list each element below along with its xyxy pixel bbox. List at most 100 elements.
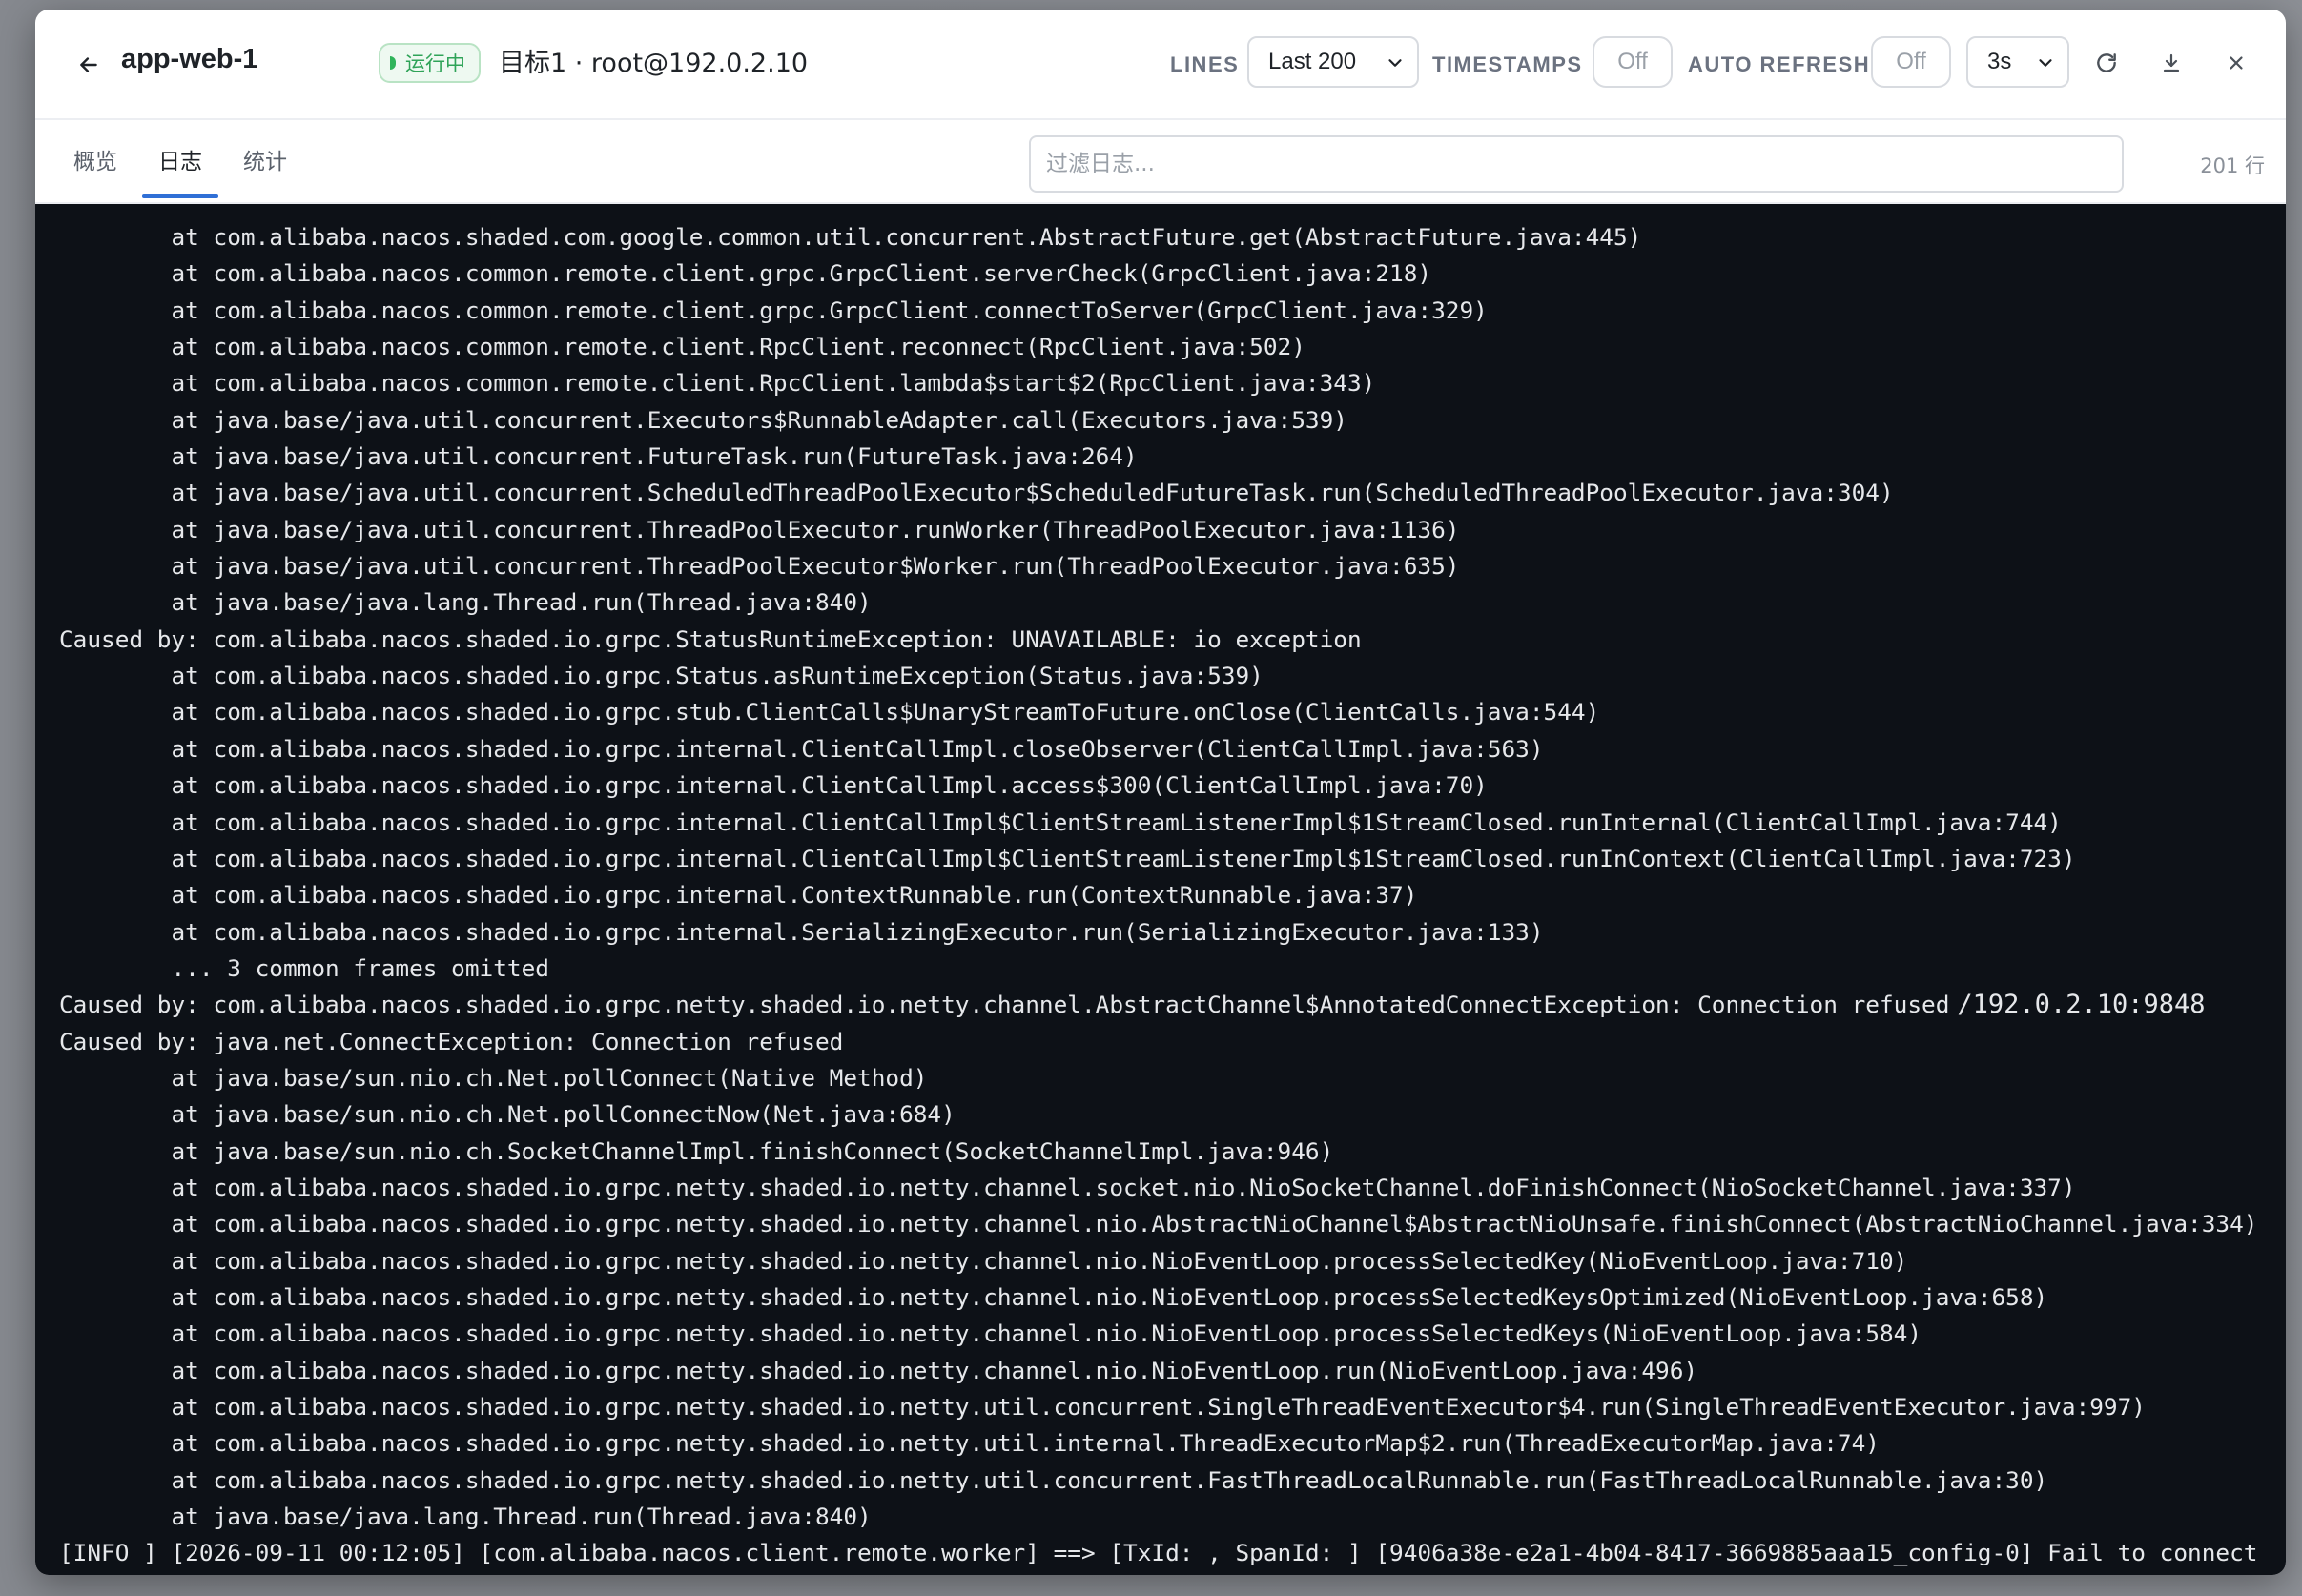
log-line-text: at com.alibaba.nacos.shaded.io.grpc.nett… <box>59 1320 1922 1348</box>
log-line: at java.base/sun.nio.ch.SocketChannelImp… <box>35 1134 2286 1170</box>
log-line-text: at java.base/java.util.concurrent.Future… <box>59 442 1138 471</box>
back-button[interactable] <box>72 48 106 82</box>
log-line-text: at java.base/java.lang.Thread.run(Thread… <box>59 588 872 617</box>
log-line: at com.alibaba.nacos.shaded.io.grpc.inte… <box>35 805 2286 841</box>
log-line: at com.alibaba.nacos.shaded.io.grpc.nett… <box>35 1170 2286 1206</box>
log-line-text: at com.alibaba.nacos.shaded.io.grpc.inte… <box>59 844 2076 872</box>
refresh-button[interactable] <box>2087 44 2126 82</box>
log-line-text: Caused by: com.alibaba.nacos.shaded.io.g… <box>59 624 1362 653</box>
log-line-text: at java.base/java.util.concurrent.Schedu… <box>59 479 1894 507</box>
log-line-text: at com.alibaba.nacos.common.remote.clien… <box>59 296 1488 324</box>
tab-overview[interactable]: 概览 <box>73 143 117 175</box>
log-line: at com.alibaba.nacos.common.remote.clien… <box>35 256 2286 292</box>
log-line-text: at com.alibaba.nacos.shaded.io.grpc.inte… <box>59 917 1544 946</box>
log-line: at com.alibaba.nacos.shaded.io.grpc.nett… <box>35 1279 2286 1316</box>
log-line: at com.alibaba.nacos.shaded.io.grpc.nett… <box>35 1206 2286 1242</box>
log-line-text: ... 3 common frames omitted <box>59 953 549 982</box>
log-line: at java.base/java.util.concurrent.Execut… <box>35 402 2286 439</box>
auto-refresh-toggle[interactable]: Off <box>1871 36 1951 88</box>
dialog-header: app-web-1 运行中 目标1 · root@192.0.2.10 LINE… <box>35 10 2286 120</box>
log-line: ... 3 common frames omitted <box>35 951 2286 987</box>
tab-stats[interactable]: 统计 <box>243 143 287 175</box>
log-line-text: at java.base/java.lang.Thread.run(Thread… <box>59 1503 872 1531</box>
log-line: at com.alibaba.nacos.shaded.io.grpc.inte… <box>35 914 2286 951</box>
log-line: at java.base/java.lang.Thread.run(Thread… <box>35 1499 2286 1535</box>
log-line-text: at com.alibaba.nacos.shaded.io.grpc.stub… <box>59 698 1600 726</box>
status-text: 运行中 <box>405 52 465 75</box>
log-line-text: at java.base/sun.nio.ch.Net.pollConnect(… <box>59 1063 928 1092</box>
active-tab-indicator <box>142 194 218 198</box>
log-line-suffix: /192.0.2.10:9848 <box>1957 990 2206 1020</box>
log-line: at com.alibaba.nacos.common.remote.clien… <box>35 365 2286 401</box>
log-line: at com.alibaba.nacos.shaded.io.grpc.nett… <box>35 1425 2286 1462</box>
status-dot <box>390 56 396 70</box>
lines-label: LINES <box>1170 52 1240 76</box>
log-line: at java.base/java.util.concurrent.Thread… <box>35 512 2286 548</box>
target-info: 目标1 · root@192.0.2.10 <box>499 49 809 78</box>
log-line-text: at com.alibaba.nacos.shaded.io.grpc.nett… <box>59 1393 2146 1421</box>
log-line: at com.alibaba.nacos.shaded.io.grpc.stub… <box>35 694 2286 730</box>
refresh-interval-select[interactable]: 3s <box>1966 36 2069 88</box>
log-line: at java.base/sun.nio.ch.Net.pollConnect(… <box>35 1060 2286 1096</box>
lines-select-value: Last 200 <box>1268 49 1357 74</box>
log-line-text: at com.alibaba.nacos.common.remote.clien… <box>59 369 1376 398</box>
download-button[interactable] <box>2152 44 2190 82</box>
log-line-text: at java.base/sun.nio.ch.SocketChannelImp… <box>59 1136 1334 1165</box>
download-icon <box>2163 53 2180 72</box>
close-icon <box>2230 56 2243 70</box>
log-line: at com.alibaba.nacos.shaded.io.grpc.inte… <box>35 841 2286 877</box>
log-line: Caused by: com.alibaba.nacos.shaded.io.g… <box>35 987 2286 1023</box>
status-badge: 运行中 <box>379 43 481 83</box>
app-name: app-web-1 <box>121 44 258 74</box>
log-line: at java.base/java.util.concurrent.Schedu… <box>35 475 2286 511</box>
log-line-text: at com.alibaba.nacos.shaded.com.google.c… <box>59 223 1642 251</box>
log-line-text: at com.alibaba.nacos.shaded.io.grpc.nett… <box>59 1282 2048 1311</box>
tab-bar: 概览 日志 统计 201 行 <box>35 120 2286 204</box>
log-line-text: at com.alibaba.nacos.common.remote.clien… <box>59 259 1432 288</box>
log-line-text: at com.alibaba.nacos.shaded.io.grpc.inte… <box>59 734 1544 763</box>
log-line: [INFO ] [2026-09-11 00:12:05] [com.aliba… <box>35 1535 2286 1571</box>
log-line: at com.alibaba.nacos.common.remote.clien… <box>35 293 2286 329</box>
tab-logs[interactable]: 日志 <box>158 143 202 175</box>
lines-select[interactable]: Last 200 <box>1247 36 1419 88</box>
timestamps-toggle[interactable]: Off <box>1593 36 1673 88</box>
log-line-text: at com.alibaba.nacos.shaded.io.grpc.inte… <box>59 808 2062 836</box>
log-line-text: at com.alibaba.nacos.shaded.io.grpc.nett… <box>59 1173 2076 1201</box>
log-line: at com.alibaba.nacos.shaded.io.grpc.Stat… <box>35 658 2286 694</box>
log-line: at java.base/sun.nio.ch.Net.pollConnectN… <box>35 1096 2286 1133</box>
log-line: at java.base/java.util.concurrent.Future… <box>35 439 2286 475</box>
chevron-down-icon <box>1388 59 1402 67</box>
chevron-down-icon <box>2039 59 2052 67</box>
log-line: at com.alibaba.nacos.shaded.io.grpc.nett… <box>35 1316 2286 1352</box>
log-line: Caused by: com.alibaba.nacos.shaded.io.g… <box>35 622 2286 658</box>
log-line: at com.alibaba.nacos.shaded.io.grpc.inte… <box>35 767 2286 804</box>
line-count: 201 行 <box>2200 154 2265 177</box>
log-line-text: [INFO ] [2026-09-11 00:12:05] [com.aliba… <box>59 1539 2258 1567</box>
log-line-text: at com.alibaba.nacos.shaded.io.grpc.inte… <box>59 881 1418 910</box>
log-line: Caused by: java.net.ConnectException: Co… <box>35 1024 2286 1060</box>
log-line-text: at com.alibaba.nacos.shaded.io.grpc.nett… <box>59 1465 2048 1494</box>
log-line-text: at com.alibaba.nacos.common.remote.clien… <box>59 333 1305 361</box>
log-line: at com.alibaba.nacos.shaded.io.grpc.inte… <box>35 877 2286 913</box>
log-line-text: at com.alibaba.nacos.shaded.io.grpc.nett… <box>59 1210 2258 1238</box>
refresh-icon <box>2097 53 2116 72</box>
log-line-text: at com.alibaba.nacos.shaded.io.grpc.nett… <box>59 1356 1698 1384</box>
log-line: at com.alibaba.nacos.shaded.com.google.c… <box>35 219 2286 256</box>
log-line: at com.alibaba.nacos.common.remote.clien… <box>35 329 2286 365</box>
log-line-text: Caused by: java.net.ConnectException: Co… <box>59 1027 844 1055</box>
log-output[interactable]: at com.alibaba.nacos.shaded.com.google.c… <box>35 204 2286 1575</box>
log-line-text: at java.base/java.util.concurrent.Thread… <box>59 552 1460 581</box>
log-line: at java.base/java.util.concurrent.Thread… <box>35 548 2286 584</box>
refresh-interval-value: 3s <box>1987 49 2012 74</box>
log-viewer-dialog: app-web-1 运行中 目标1 · root@192.0.2.10 LINE… <box>35 10 2286 1575</box>
log-filter-input[interactable] <box>1029 135 2124 193</box>
timestamps-label: TIMESTAMPS <box>1432 52 1583 76</box>
log-line-text: at java.base/sun.nio.ch.Net.pollConnectN… <box>59 1100 956 1129</box>
log-line-text: at com.alibaba.nacos.shaded.io.grpc.Stat… <box>59 662 1264 690</box>
log-line: at com.alibaba.nacos.shaded.io.grpc.nett… <box>35 1389 2286 1425</box>
log-line: at com.alibaba.nacos.shaded.io.grpc.nett… <box>35 1243 2286 1279</box>
close-button[interactable] <box>2217 44 2255 82</box>
log-line-text: Caused by: com.alibaba.nacos.shaded.io.g… <box>59 991 1950 1019</box>
log-line-text: at com.alibaba.nacos.shaded.io.grpc.inte… <box>59 771 1488 800</box>
log-line-text: at java.base/java.util.concurrent.Thread… <box>59 515 1460 543</box>
